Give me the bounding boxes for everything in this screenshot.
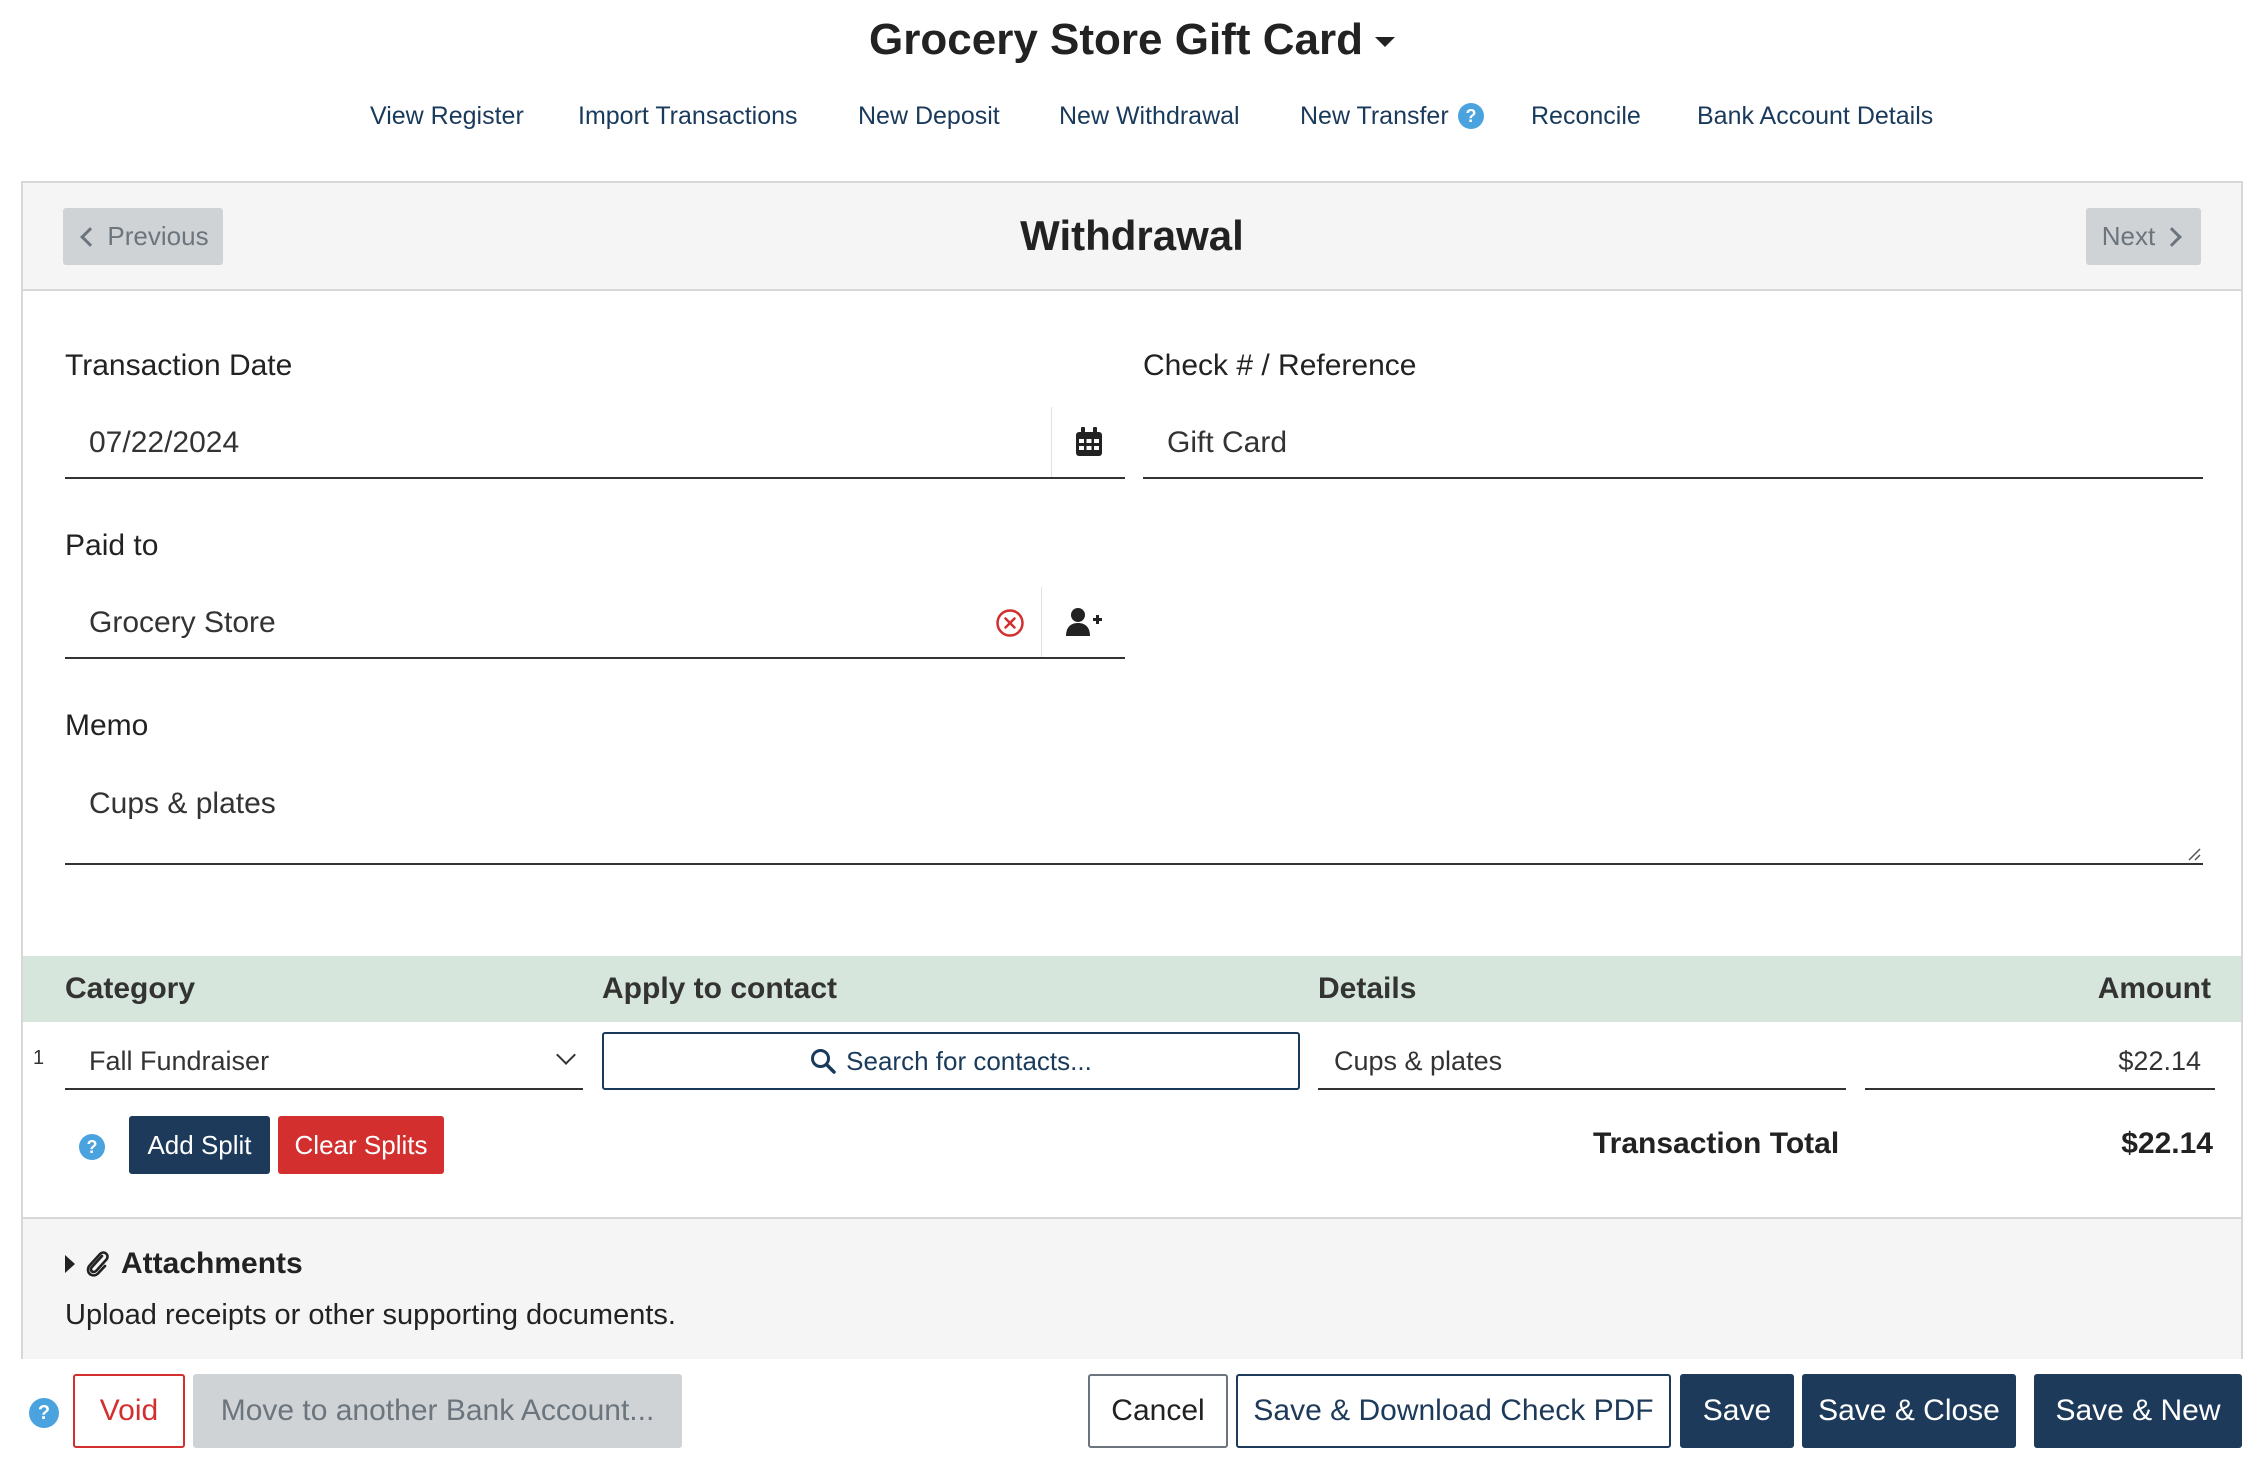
- calendar-button[interactable]: [1051, 407, 1125, 477]
- nav-reconcile[interactable]: Reconcile: [1531, 96, 1641, 136]
- paid-to-value: Grocery Store: [89, 606, 276, 639]
- add-split-button[interactable]: Add Split: [129, 1116, 270, 1174]
- paperclip-icon: [86, 1251, 109, 1277]
- account-nav: View Register Import Transactions New De…: [0, 96, 2264, 136]
- nav-new-deposit[interactable]: New Deposit: [858, 96, 1000, 136]
- search-icon: [811, 1049, 836, 1074]
- details-value: Cups & plates: [1334, 1046, 1503, 1076]
- col-amount: Amount: [2097, 972, 2211, 1005]
- attachments-description: Upload receipts or other supporting docu…: [65, 1299, 676, 1331]
- check-ref-field[interactable]: Gift Card: [1143, 407, 2203, 479]
- caret-down-icon[interactable]: [1374, 37, 1395, 47]
- category-value: Fall Fundraiser: [89, 1046, 270, 1076]
- col-category: Category: [65, 972, 196, 1005]
- contact-search-placeholder: Search for contacts...: [846, 1045, 1092, 1076]
- chevron-left-icon: [80, 226, 101, 247]
- nav-bank-account-details[interactable]: Bank Account Details: [1697, 96, 1933, 136]
- card-title: Withdrawal: [1020, 212, 1244, 259]
- resize-handle-icon[interactable]: [2187, 847, 2201, 861]
- clear-payee-icon[interactable]: [995, 608, 1025, 643]
- col-details: Details: [1318, 972, 1417, 1005]
- transaction-card: Withdrawal Previous Next Transaction Dat…: [21, 181, 2243, 1359]
- new-transfer-help-icon[interactable]: ?: [1458, 103, 1484, 129]
- cancel-button[interactable]: Cancel: [1088, 1374, 1228, 1448]
- paid-to-field[interactable]: Grocery Store: [65, 587, 1125, 659]
- splits-header: Category Apply to contact Details Amount: [23, 956, 2241, 1022]
- page-title: Grocery Store Gift Card: [869, 15, 1363, 64]
- nav-new-withdrawal[interactable]: New Withdrawal: [1059, 96, 1240, 136]
- paid-to-label: Paid to: [65, 529, 159, 562]
- next-label: Next: [2101, 221, 2156, 251]
- void-button[interactable]: Void: [73, 1374, 185, 1448]
- footer-help-icon[interactable]: ?: [29, 1398, 59, 1428]
- splits-help-icon[interactable]: ?: [79, 1134, 105, 1160]
- chevron-down-icon: [556, 1045, 576, 1065]
- save-download-pdf-button[interactable]: Save & Download Check PDF: [1236, 1374, 1671, 1448]
- previous-label: Previous: [107, 221, 209, 251]
- transaction-total-value: $22.14: [2121, 1127, 2213, 1160]
- save-button[interactable]: Save: [1680, 1374, 1794, 1448]
- transaction-date-value: 07/22/2024: [89, 426, 240, 459]
- calendar-icon: [1075, 427, 1102, 456]
- nav-new-transfer[interactable]: New Transfer: [1300, 96, 1449, 136]
- attachments-title: Attachments: [121, 1247, 303, 1280]
- previous-button[interactable]: Previous: [63, 208, 223, 265]
- split-row-number: 1: [33, 1047, 45, 1069]
- check-ref-label: Check # / Reference: [1143, 349, 1417, 382]
- contact-search-input[interactable]: Search for contacts...: [602, 1032, 1300, 1090]
- memo-value: Cups & plates: [89, 787, 276, 820]
- transaction-date-label: Transaction Date: [65, 349, 293, 382]
- transaction-total-label: Transaction Total: [1593, 1127, 1840, 1160]
- nav-import-transactions[interactable]: Import Transactions: [578, 96, 798, 136]
- save-new-button[interactable]: Save & New: [2034, 1374, 2242, 1448]
- caret-right-icon: [65, 1255, 75, 1273]
- chevron-right-icon: [2162, 226, 2183, 247]
- attachments-section: Attachments Upload receipts or other sup…: [23, 1217, 2241, 1359]
- check-ref-value: Gift Card: [1167, 426, 1288, 459]
- attachments-toggle[interactable]: Attachments: [65, 1247, 303, 1281]
- nav-view-register[interactable]: View Register: [370, 96, 524, 136]
- memo-textarea[interactable]: Cups & plates: [65, 763, 2203, 865]
- amount-value: $22.14: [2118, 1046, 2201, 1076]
- clear-splits-button[interactable]: Clear Splits: [278, 1116, 444, 1174]
- amount-input[interactable]: $22.14: [1865, 1032, 2215, 1090]
- details-input[interactable]: Cups & plates: [1318, 1032, 1846, 1090]
- category-select[interactable]: Fall Fundraiser: [65, 1032, 583, 1090]
- next-button[interactable]: Next: [2086, 208, 2201, 265]
- transaction-date-field[interactable]: 07/22/2024: [65, 407, 1125, 479]
- card-header: Withdrawal Previous Next: [23, 183, 2241, 291]
- page-title-group: Grocery Store Gift Card: [0, 10, 2264, 70]
- col-apply-to-contact: Apply to contact: [602, 972, 838, 1005]
- add-contact-button[interactable]: [1041, 587, 1125, 657]
- user-plus-icon: [1065, 608, 1102, 636]
- memo-label: Memo: [65, 709, 149, 742]
- save-close-button[interactable]: Save & Close: [1802, 1374, 2016, 1448]
- move-account-button[interactable]: Move to another Bank Account...: [193, 1374, 682, 1448]
